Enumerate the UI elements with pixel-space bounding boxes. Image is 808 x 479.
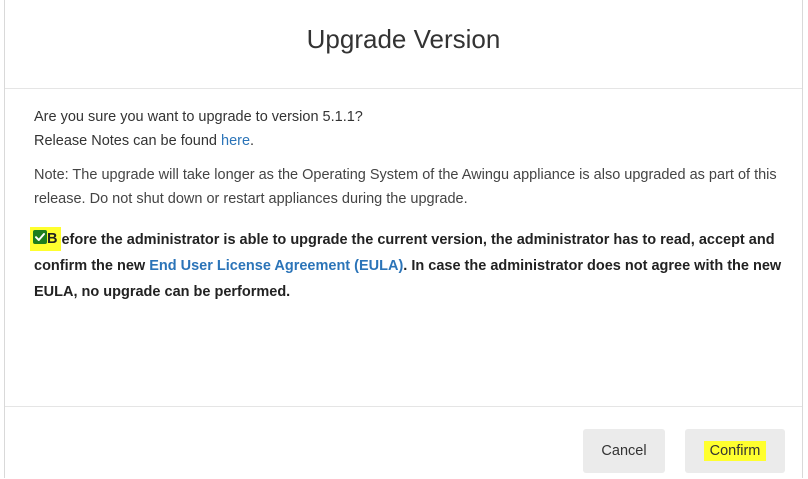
eula-checkbox[interactable] <box>33 230 47 245</box>
confirm-button[interactable]: Confirm <box>685 429 785 473</box>
release-notes-suffix: . <box>250 133 255 149</box>
upgrade-version-dialog: Upgrade Version Are you sure you want to… <box>4 0 803 478</box>
upgrade-question: Are you sure you want to upgrade to vers… <box>34 109 363 125</box>
cancel-button[interactable]: Cancel <box>583 429 665 473</box>
eula-checkbox-highlight: B <box>30 227 62 251</box>
upgrade-note: Note: The upgrade will take longer as th… <box>34 167 777 207</box>
eula-first-letter: B <box>47 231 58 247</box>
intro-text: Are you sure you want to upgrade to vers… <box>34 105 794 153</box>
release-notes-link[interactable]: here <box>221 133 250 149</box>
dialog-header: Upgrade Version <box>5 0 802 89</box>
eula-link[interactable]: End User License Agreement (EULA) <box>149 258 403 274</box>
release-notes-prefix: Release Notes can be found <box>34 133 222 149</box>
confirm-button-label: Confirm <box>703 441 767 461</box>
checkmark-icon <box>35 233 45 242</box>
dialog-title: Upgrade Version <box>306 24 501 54</box>
dialog-footer: Cancel Confirm <box>5 406 802 479</box>
dialog-body: Are you sure you want to upgrade to vers… <box>30 105 794 305</box>
eula-agreement: Before the administrator is able to upgr… <box>30 227 794 305</box>
